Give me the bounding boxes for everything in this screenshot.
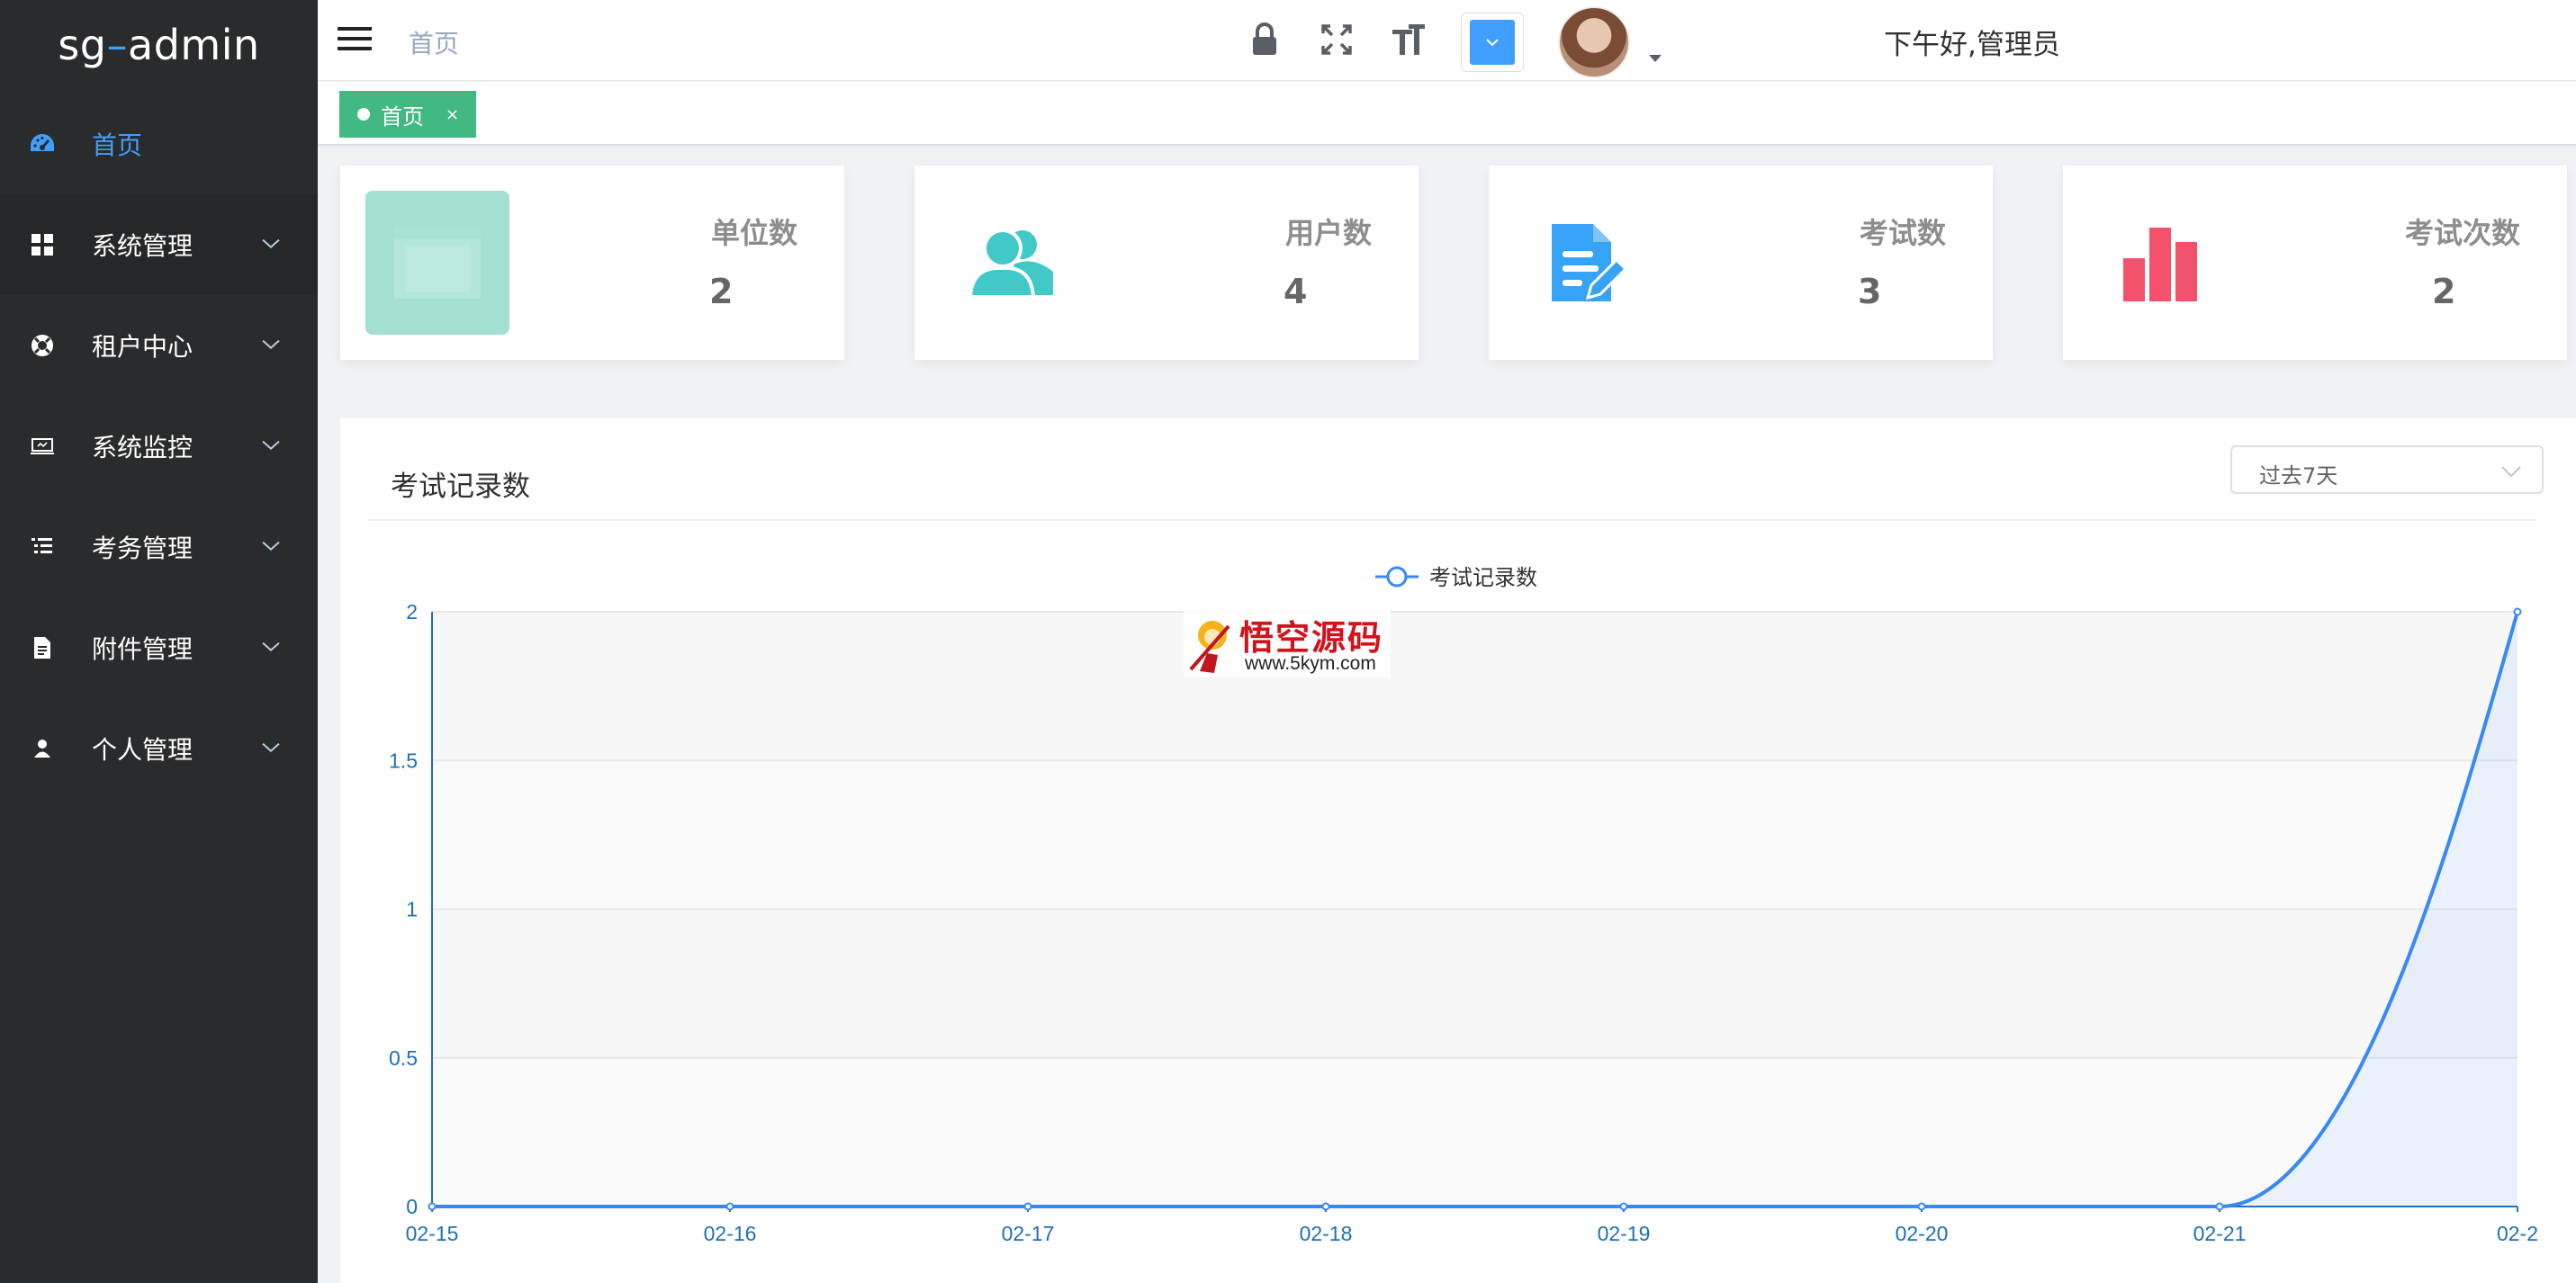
stat-card-users[interactable]: 用户数 4 [914,166,1419,360]
data-point [2513,607,2522,616]
x-tick-label: 02-18 [1300,1222,1353,1245]
logo-suffix: admin [128,21,260,69]
grid-band [432,612,2517,761]
monkey-logo-icon [1189,621,1230,673]
user-icon [29,735,56,762]
avatar[interactable] [1558,6,1630,78]
stat-value: 4 [1283,272,1308,311]
y-tick-label: 0.5 [389,1046,418,1070]
data-point [1023,1202,1032,1211]
caret-down-icon[interactable] [1648,54,1662,63]
watermark-title: 悟空源码 [1239,617,1384,658]
dashboard-icon [29,130,56,157]
sidebar-item-label: 考务管理 [92,534,194,563]
stat-label: 单位数 [710,216,797,250]
tag-label: 首页 [381,103,424,130]
exam-edit-icon [1514,191,1658,335]
chevron-down-icon [1486,39,1499,47]
x-tick-label: 02-20 [1896,1222,1949,1245]
hamburger-icon[interactable] [336,22,374,56]
data-point [1321,1202,1330,1211]
chevron-down-icon [262,440,280,450]
x-tick-label: 02-17 [1002,1222,1055,1245]
legend-label: 考试记录数 [1429,565,1537,590]
x-tick-label: 02-19 [1598,1222,1651,1245]
sidebar-item-personal[interactable]: 个人管理 [0,698,318,799]
chevron-down-icon [262,541,280,551]
exam-records-chart: 0 0.5 1 1.5 2 02-15 02-16 02-17 02-18 02-19 02-20 0… [389,565,2538,1245]
y-tick-label: 2 [406,600,418,624]
sidebar-item-label: 租户中心 [92,332,194,362]
stat-label: 用户数 [1284,216,1372,250]
grid-icon [29,231,56,258]
sidebar-item-label: 首页 [92,130,143,160]
stat-value: 2 [709,272,734,311]
y-tick-label: 0 [406,1195,418,1218]
close-icon[interactable]: × [446,105,459,124]
sidebar-item-home[interactable]: 首页 [0,94,318,194]
chevron-down-icon [262,339,280,349]
y-tick-label: 1 [406,898,418,921]
stat-card-exams[interactable]: 考试数 3 [1489,166,1993,360]
stat-label: 考试次数 [2404,216,2520,250]
app-logo[interactable]: sg – admin [0,0,318,90]
grid-band [432,909,2517,1058]
x-tick-label: 02-2 [2497,1222,2538,1245]
chevron-down-icon [262,642,280,651]
grid-band [432,760,2517,910]
stat-value: 2 [2432,272,2456,311]
users-icon [940,191,1084,335]
data-point [428,1202,437,1211]
unit-icon [365,191,509,335]
y-tick-label: 1.5 [389,749,418,772]
x-tick-label: 02-21 [2193,1222,2247,1245]
grid-band [432,1057,2517,1207]
active-dot [357,108,370,121]
sidebar-item-label: 系统管理 [92,231,194,261]
stat-value: 3 [1858,272,1882,311]
logo-dash: – [106,21,129,69]
tags-view-bar: 首页 × [318,82,2576,145]
lifebuoy-icon [29,332,56,359]
sidebar-item-system[interactable]: 系统管理 [0,194,318,295]
theme-color-picker[interactable] [1461,13,1524,72]
greeting-text: 下午好,管理员 [1884,29,2060,61]
data-point [2215,1202,2224,1211]
stat-card-exam-count[interactable]: 考试次数 2 [2063,166,2567,360]
top-navbar: 首页 下午好,管理员 [318,0,2576,81]
file-icon [29,634,56,661]
data-point [725,1202,734,1211]
legend-marker [1386,566,1408,588]
logo-prefix: sg [58,21,107,69]
tag-home[interactable]: 首页 × [339,91,476,138]
font-size-icon[interactable] [1391,22,1427,58]
sidebar-item-monitor[interactable]: 系统监控 [0,396,318,497]
sidebar-item-tenant[interactable]: 租户中心 [0,295,318,396]
watermark-url: www.5kym.com [1245,653,1376,674]
chevron-down-icon [262,742,280,752]
sidebar-item-label: 附件管理 [92,634,194,664]
exam-records-panel: 考试记录数 过去7天 0 0.5 1 1.5 2 02-15 02-16 02-17 02-18… [340,418,2576,1283]
sidebar-item-attachments[interactable]: 附件管理 [0,597,318,698]
monitor-icon [29,433,56,460]
sidebar: sg – admin 首页 系统管理 租户中心 系统监控 考务管理 附件管理 个… [0,0,318,1283]
sidebar-item-exam-affairs[interactable]: 考务管理 [0,497,318,597]
sidebar-item-label: 个人管理 [92,735,194,765]
theme-swatch [1470,20,1515,65]
sidebar-item-label: 系统监控 [92,433,194,462]
chevron-down-icon [262,238,280,248]
data-point [1619,1202,1628,1211]
lock-icon[interactable] [1247,22,1283,58]
fullscreen-icon[interactable] [1319,22,1355,58]
list-icon [29,534,56,561]
stat-label: 考试数 [1859,216,1946,250]
watermark: 悟空源码 www.5kym.com [1184,610,1391,677]
bar-chart-icon [2088,191,2232,335]
x-tick-label: 02-15 [406,1222,459,1245]
data-point [1917,1202,1926,1211]
breadcrumb[interactable]: 首页 [409,24,459,60]
stat-card-units[interactable]: 单位数 2 [340,166,844,360]
x-tick-label: 02-16 [704,1222,757,1245]
